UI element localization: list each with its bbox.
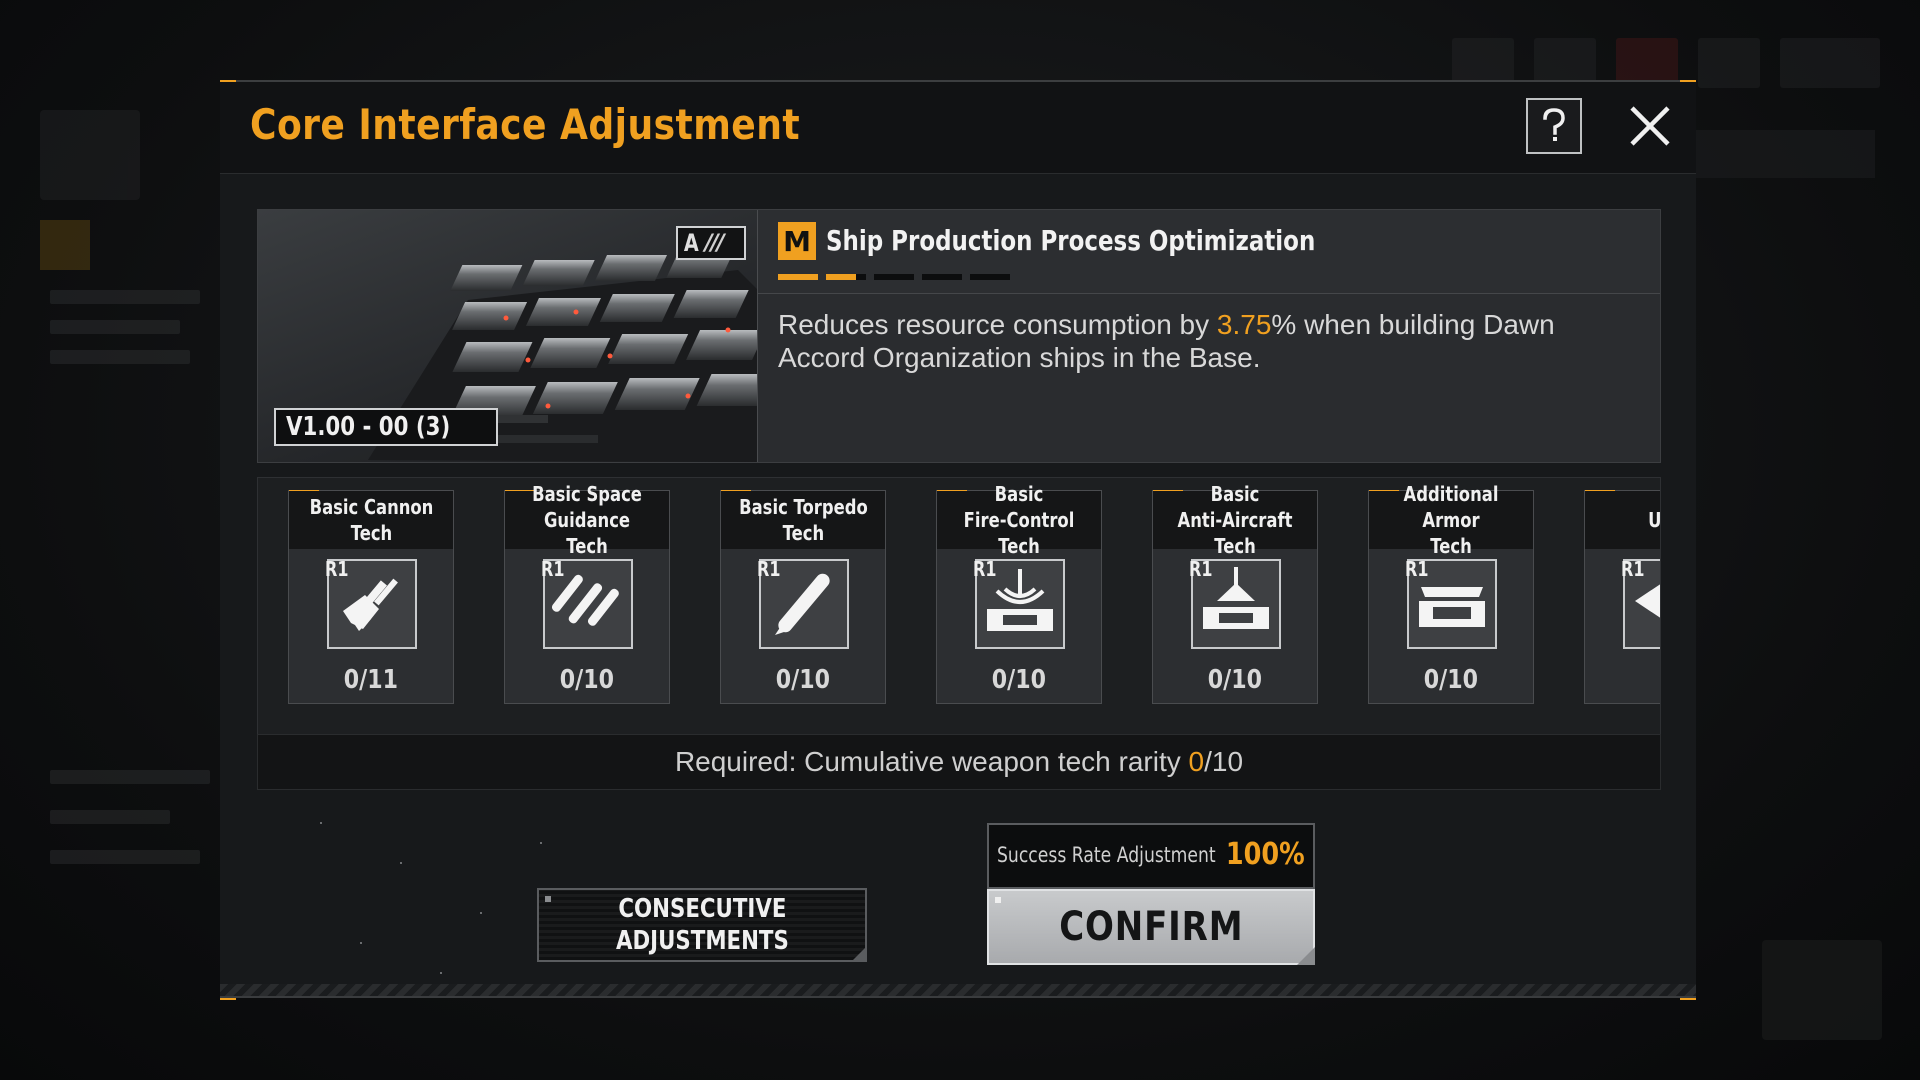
tech-rank: R1 [325,557,349,581]
background-stars [280,802,580,982]
tech-name: Basic Fire-Control Tech [937,482,1101,558]
tech-rank: R1 [1405,557,1429,581]
level-bar-fill [826,274,856,280]
tech-card[interactable]: Basic Cannon Tech R1 0/11 [288,490,454,704]
requirement-prefix: Required: Cumulative weapon tech rarity [674,746,1189,777]
tech-rank: R1 [757,557,781,581]
core-interface-dialog: Core Interface Adjustment A /// V1.00 - … [220,80,1696,1000]
tech-card[interactable]: Additional Armor Tech R1 0/10 [1368,482,1534,704]
success-rate-box: Success Rate Adjustment 100% [987,823,1315,889]
requirement-bar: Required: Cumulative weapon tech rarity … [257,734,1661,790]
level-bar [970,274,1010,280]
module-title: Ship Production Process Optimization [826,224,1316,257]
consecutive-adjustments-label: CONSECUTIVE ADJUSTMENTS [615,894,789,956]
grade-badge: A /// [676,226,746,260]
tech-count: 0/10 [775,665,831,695]
tech-rank: R1 [1189,557,1213,581]
requirement-current: 0 [1188,746,1205,777]
button-corner-notch [1297,947,1315,965]
tech-count: 0/10 [1207,665,1263,695]
corner-accent [1680,998,1696,1000]
level-bar [874,274,914,280]
tech-count: 0/10 [559,665,615,695]
background-cube-icon [1762,940,1882,1040]
confirm-button[interactable]: CONFIRM [987,889,1315,965]
tech-count: 0/11 [343,665,399,695]
weapon-tech-strip[interactable]: Basic Cannon Tech R1 0/11 Basic Space Guida… [257,477,1661,749]
level-bar [778,274,818,280]
tech-card[interactable]: UAV R1 0 [1584,490,1660,704]
tech-card-list: Basic Cannon Tech R1 0/11 Basic Space Guida… [288,482,1660,704]
button-corner-dot [995,897,1001,903]
corner-accent [220,998,236,1000]
tech-count: 0/10 [991,665,1047,695]
tech-name: Basic Anti-Aircraft Tech [1153,482,1317,558]
description-prefix: Reduces resource consumption by [778,309,1217,340]
version-label: V1.00 - 00 (3) [286,412,451,442]
tech-rank: R1 [541,557,565,581]
version-badge: V1.00 - 00 (3) [274,408,499,446]
tech-name: Basic Cannon Tech [289,491,453,549]
tech-name: Basic Space Guidance Tech [505,482,669,558]
grade-letter: A [683,229,699,257]
consecutive-adjustments-button[interactable]: CONSECUTIVE ADJUSTMENTS [537,888,867,962]
tech-name: Basic Torpedo Tech [721,491,885,549]
level-bar-fill [778,274,818,280]
button-corner-notch [851,946,867,962]
level-bar [922,274,962,280]
module-description: Reduces resource consumption by 3.75% wh… [778,308,1648,374]
tech-count: 0 [1585,665,1660,695]
module-level-bars [778,274,1010,280]
dialog-footer-stripe [220,984,1696,998]
level-bar [826,274,866,280]
button-corner-dot [545,896,551,902]
dialog-header: Core Interface Adjustment [220,82,1696,174]
description-value: 3.75 [1216,309,1272,340]
module-type-badge: M [778,222,816,260]
close-button[interactable] [1624,100,1676,152]
dialog-title: Core Interface Adjustment [250,100,801,149]
tech-rank: R1 [1621,557,1645,581]
success-rate-value: 100% [1226,837,1305,872]
tech-name: UAV [1585,491,1660,549]
grade-marks: /// [704,230,725,256]
tech-card[interactable]: Basic Space Guidance Tech R1 0/10 [504,482,670,704]
ship-module-image: A /// V1.00 - 00 (3) [258,210,758,462]
tech-card[interactable]: Basic Torpedo Tech R1 0/10 [720,490,886,704]
help-button[interactable] [1526,98,1582,154]
tech-name: Additional Armor Tech [1369,482,1533,558]
confirm-label: CONFIRM [1058,904,1244,950]
module-info-panel: A /// V1.00 - 00 (3) M Ship Production P… [257,209,1661,463]
module-header: M Ship Production Process Optimization [758,210,1660,294]
close-icon [1630,106,1670,146]
tech-card[interactable]: Basic Anti-Aircraft Tech R1 0/10 [1152,482,1318,704]
question-icon [1543,108,1565,141]
tech-count: 0/10 [1423,665,1479,695]
requirement-suffix: /10 [1204,746,1244,777]
success-rate-label: Success Rate Adjustment [997,843,1216,867]
tech-card[interactable]: Basic Fire-Control Tech R1 0/10 [936,482,1102,704]
tech-rank: R1 [973,557,997,581]
background-side-panel [40,110,220,1010]
